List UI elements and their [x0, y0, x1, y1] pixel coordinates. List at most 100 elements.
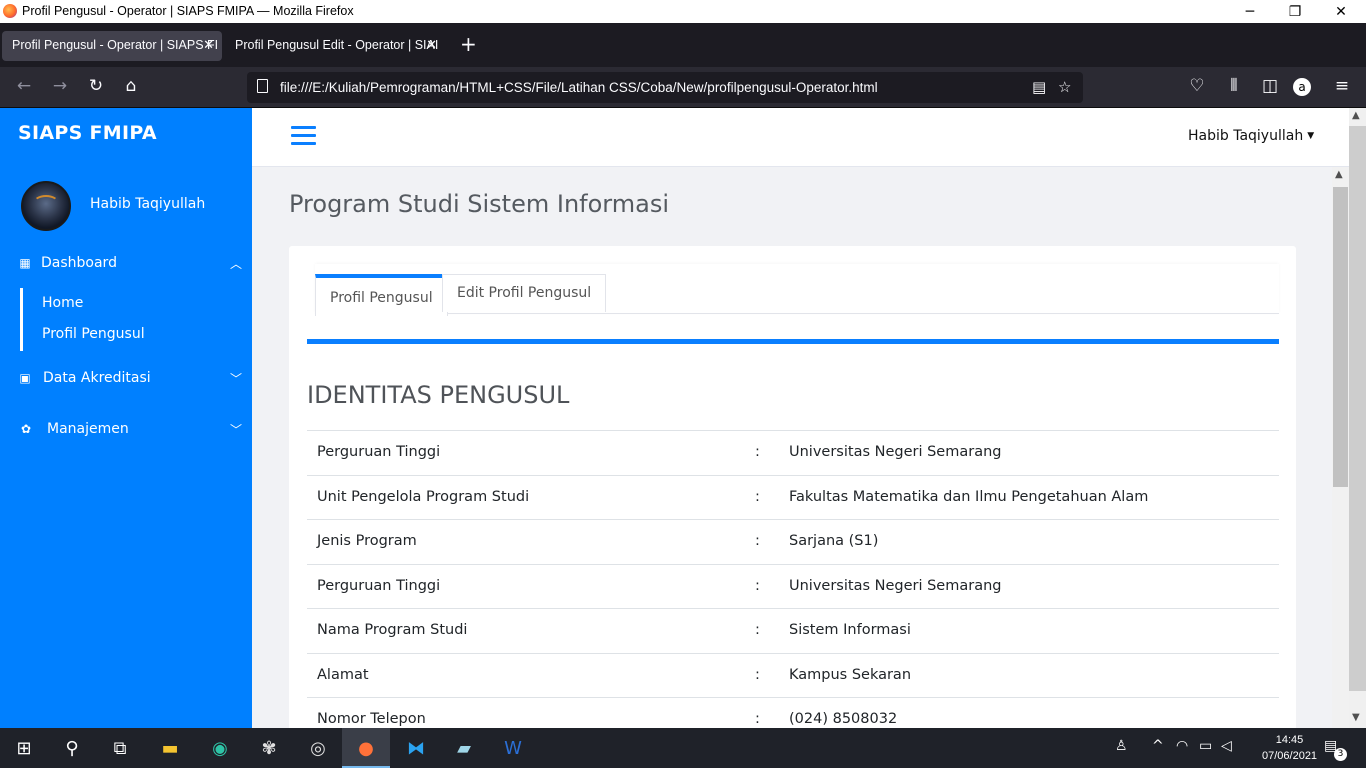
close-tab-icon[interactable]: ✕: [203, 37, 214, 53]
back-icon[interactable]: ←: [12, 76, 36, 96]
edge-icon[interactable]: ◉: [196, 728, 244, 768]
tab-edit-profil-pengusul[interactable]: Edit Profil Pengusul: [442, 274, 607, 312]
restore-button[interactable]: ❐: [1272, 0, 1318, 23]
row-key: Alamat: [317, 666, 369, 683]
close-tab-icon[interactable]: ✕: [426, 37, 437, 53]
sidebar-username: Habib Taqiyullah: [90, 196, 206, 212]
media-app-icon[interactable]: ◎: [294, 728, 342, 768]
section-title: IDENTITAS PENGUSUL: [307, 381, 570, 409]
window-title: Profil Pengusul - Operator | SIAPS FMIPA…: [22, 4, 354, 18]
search-icon[interactable]: ⚲: [48, 728, 96, 768]
tab-profil-pengusul[interactable]: Profil Pengusul: [315, 274, 448, 316]
row-separator: :: [755, 666, 760, 683]
notification-badge: 3: [1334, 748, 1347, 761]
forward-icon[interactable]: →: [48, 76, 72, 96]
url-bar[interactable]: file:///E:/Kuliah/Pemrograman/HTML+CSS/F…: [247, 72, 1083, 103]
table-row: Perguruan Tinggi: Universitas Negeri Sema…: [307, 563, 1279, 609]
firefox-logo-icon: [3, 4, 17, 18]
window-titlebar: Profil Pengusul - Operator | SIAPS FMIPA…: [0, 0, 1366, 23]
minimize-button[interactable]: ─: [1227, 0, 1273, 23]
chevron-up-icon: ︿: [230, 257, 243, 271]
file-explorer-icon[interactable]: ▬: [146, 728, 194, 768]
profile-tabs: Profil Pengusul Edit Profil Pengusul: [315, 264, 1279, 316]
grid-icon: ▦: [19, 256, 31, 270]
row-key: Nama Program Studi: [317, 622, 468, 638]
table-row: Jenis Program: Sarjana (S1): [307, 519, 1279, 564]
browser-tab[interactable]: Profil Pengusul Edit - Operator | SIAI ✕: [225, 31, 445, 61]
page-scrollbar[interactable]: ▲ ▼: [1349, 108, 1366, 728]
gear-icon: ✿: [20, 422, 32, 436]
sidebar-item-manajemen[interactable]: ✿ Manajemen ﹀: [0, 415, 252, 445]
row-separator: :: [755, 577, 760, 594]
url-text: file:///E:/Kuliah/Pemrograman/HTML+CSS/F…: [280, 80, 878, 95]
row-value: Universitas Negeri Semarang: [789, 444, 1002, 460]
content-scrollbar[interactable]: ▲: [1332, 167, 1349, 728]
browser-tab-active[interactable]: Profil Pengusul - Operator | SIAPS FI ✕: [2, 31, 222, 61]
task-view-icon[interactable]: ⧉: [96, 728, 144, 768]
table-row: Nomor Telepon: (024) 8508032: [307, 697, 1279, 728]
row-value: Fakultas Matematika dan Ilmu Pengetahuan…: [789, 488, 1149, 505]
row-separator: :: [755, 533, 760, 549]
user-dropdown[interactable]: Habib Taqiyullah ▼: [1188, 128, 1314, 144]
wifi-icon[interactable]: ◠: [1176, 738, 1188, 754]
browser-tab-label: Profil Pengusul Edit - Operator | SIAI: [235, 38, 439, 52]
chevron-down-icon: ﹀: [230, 372, 243, 386]
notepad-app-icon[interactable]: ▰: [440, 728, 488, 768]
chevron-up-icon[interactable]: ^: [1152, 738, 1164, 754]
word-icon[interactable]: W: [489, 728, 537, 768]
sidebar-item-home[interactable]: Home: [42, 295, 83, 311]
pocket-icon[interactable]: ♡: [1185, 76, 1209, 96]
hamburger-menu-icon[interactable]: [291, 126, 316, 145]
table-row: Nama Program Studi: Sistem Informasi: [307, 608, 1279, 653]
scroll-down-icon[interactable]: ▼: [1352, 712, 1360, 723]
row-separator: :: [755, 622, 760, 638]
row-value: Universitas Negeri Semarang: [789, 577, 1002, 594]
library-icon[interactable]: ⫴: [1222, 76, 1246, 96]
reload-icon[interactable]: ↻: [84, 76, 108, 96]
submenu-indicator: [20, 288, 23, 351]
menu-icon[interactable]: ≡: [1330, 76, 1354, 96]
scroll-up-icon[interactable]: ▲: [1335, 169, 1343, 180]
row-key: Jenis Program: [317, 533, 417, 549]
close-window-button[interactable]: ✕: [1318, 0, 1364, 23]
brand-logo[interactable]: SIAPS FMIPA: [18, 122, 157, 144]
content-card: Profil Pengusul Edit Profil Pengusul IDE…: [289, 246, 1296, 728]
row-key: Unit Pengelola Program Studi: [317, 488, 530, 505]
reader-view-icon[interactable]: ▤: [1032, 78, 1046, 96]
browser-tabbar: Profil Pengusul - Operator | SIAPS FI ✕ …: [0, 23, 1366, 67]
row-key: Nomor Telepon: [317, 711, 426, 727]
scroll-up-icon[interactable]: ▲: [1352, 110, 1360, 121]
start-windows-icon[interactable]: ⊞: [0, 728, 48, 768]
sidebar-item-dashboard[interactable]: ▦ Dashboard ︿: [0, 249, 252, 279]
caret-down-icon: ▼: [1307, 131, 1315, 141]
calendar-icon: ▣: [19, 371, 31, 385]
firefox-taskbar-icon[interactable]: ●: [342, 728, 390, 768]
people-icon[interactable]: ♙: [1115, 738, 1128, 754]
clock-time: 14:45: [1275, 734, 1304, 746]
row-key: Perguruan Tinggi: [317, 577, 441, 594]
bookmark-star-icon[interactable]: ☆: [1058, 78, 1071, 96]
sidebar-item-label: Manajemen: [47, 421, 129, 437]
vscode-icon[interactable]: ⧓: [392, 728, 440, 768]
sidebar-item-profil-pengusul[interactable]: Profil Pengusul: [42, 326, 145, 342]
top-navbar: Habib Taqiyullah ▼: [252, 108, 1349, 167]
clock[interactable]: 14:45 07/06/2021: [1262, 732, 1317, 764]
clock-date: 07/06/2021: [1262, 750, 1318, 762]
page-title: Program Studi Sistem Informasi: [289, 190, 669, 218]
scrollbar-thumb[interactable]: [1333, 187, 1348, 487]
row-key: Perguruan Tinggi: [317, 444, 441, 460]
table-row: Alamat: Kampus Sekaran: [307, 652, 1279, 698]
table-row: Perguruan Tinggi: Universitas Negeri Sema…: [307, 430, 1279, 475]
sidebar-item-data-akreditasi[interactable]: ▣ Data Akreditasi ﹀: [0, 364, 252, 394]
paint-app-icon[interactable]: ✾: [245, 728, 293, 768]
windows-taskbar: ⊞ ⚲ ⧉ ▬ ◉ ✾ ◎ ● ⧓ ▰ W ♙ ^ ◠ ▭ ◁ 14:45 07…: [0, 728, 1366, 768]
row-value: Kampus Sekaran: [789, 666, 912, 683]
avatar: [21, 181, 71, 231]
battery-icon[interactable]: ▭: [1199, 738, 1212, 754]
amazon-icon[interactable]: a: [1293, 78, 1311, 96]
volume-icon[interactable]: ◁: [1221, 738, 1232, 754]
home-icon[interactable]: ⌂: [119, 76, 143, 96]
scrollbar-thumb[interactable]: [1349, 126, 1366, 691]
new-tab-button[interactable]: +: [460, 34, 477, 54]
sidebar-toggle-icon[interactable]: ◫: [1258, 76, 1282, 96]
